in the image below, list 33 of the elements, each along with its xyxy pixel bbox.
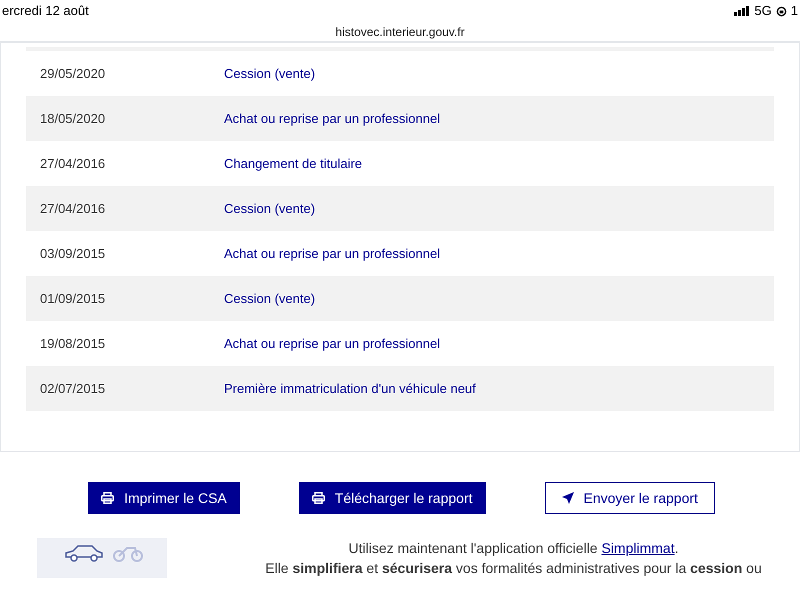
print-button[interactable]: Télécharger le rapport	[298, 482, 486, 514]
status-date: ercredi 12 août	[2, 2, 89, 20]
date-cell-text: 03/09/2015	[39, 244, 106, 263]
signal-icon	[734, 6, 750, 16]
event-cell-text: Achat ou reprise par un professionnel	[224, 334, 440, 353]
send-arrow-icon	[562, 492, 574, 504]
print-button[interactable]: Imprimer le CSA	[88, 482, 240, 514]
date-cell-text: 18/05/2020	[39, 110, 106, 128]
promo-text: Utilisez maintenant l'application officielle Simplimmat.	[348, 539, 678, 558]
event-cell-text: Cession (vente)	[224, 64, 316, 83]
event-cell-text: Achat ou reprise par un professionnel	[224, 244, 440, 263]
car-icon	[63, 544, 105, 562]
event-cell-text: Changement de titulaire	[224, 154, 362, 173]
date-cell-text: 01/09/2015	[39, 290, 106, 308]
event-cell-text: Première immatriculation d'un véhicule neuf	[224, 380, 476, 398]
event-cell-text: Cession (vente)	[224, 200, 316, 218]
printer-icon	[101, 492, 114, 504]
network-label: 5G	[754, 2, 772, 20]
date-cell-text: 27/04/2016	[39, 154, 106, 173]
simplimmat-link[interactable]: Simplimmat	[601, 540, 675, 556]
date-cell-text: 19/08/2015	[39, 334, 106, 353]
date-cell-text: 02/07/2015	[39, 380, 106, 398]
printer-icon	[312, 492, 325, 504]
event-cell-text: Achat ou reprise par un professionnel	[224, 110, 440, 128]
date-cell-text: 27/04/2016	[39, 200, 106, 218]
send-report-button[interactable]: Envoyer le rapport	[544, 482, 715, 514]
orientation-lock-icon	[776, 6, 787, 16]
battery-percent: 1	[790, 2, 798, 20]
motorcycle-icon	[113, 544, 143, 562]
event-cell-text: Cession (vente)	[224, 290, 316, 308]
promo-description: Elle simplifiera et sécurisera vos formalités administratives pour la cession ou	[265, 559, 762, 578]
date-cell-text: 29/05/2020	[39, 64, 106, 83]
address-url[interactable]: histovec.interieur.gouv.fr	[335, 22, 465, 40]
